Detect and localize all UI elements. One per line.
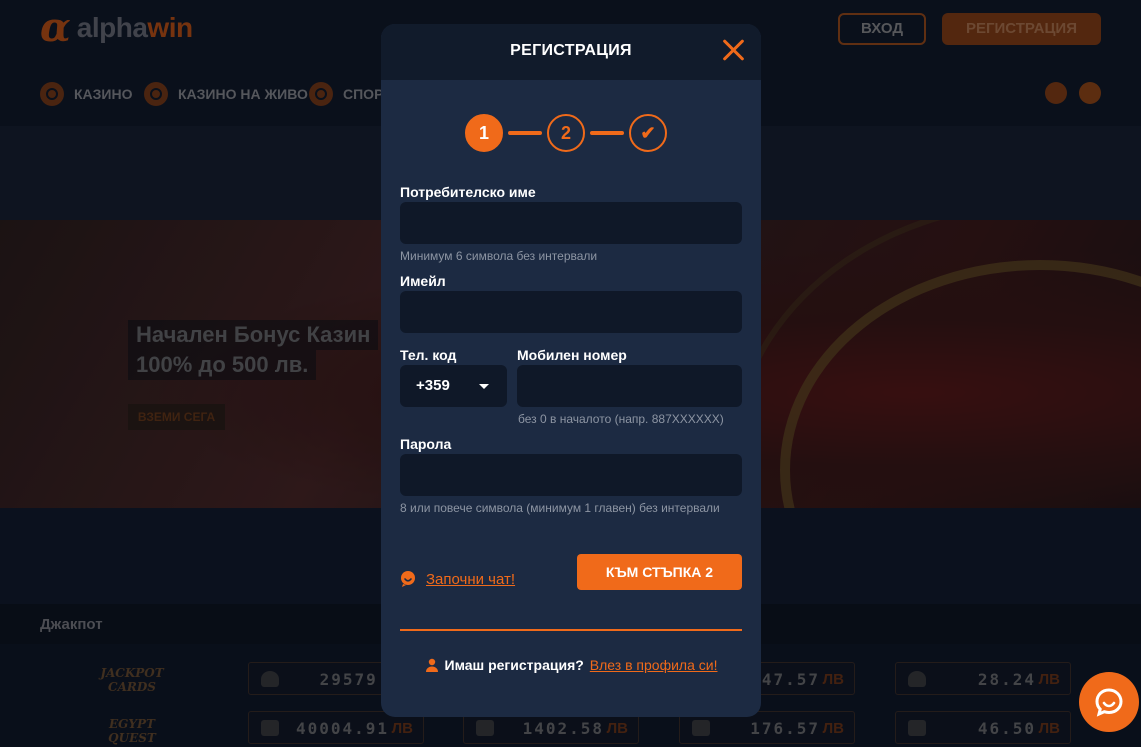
chevron-down-icon [479,384,489,389]
start-chat-label[interactable]: Започни чат! [426,571,515,588]
email-label: Имейл [400,273,446,289]
phone-code-value: +359 [416,377,450,394]
divider [400,629,742,631]
step-connector [508,131,542,135]
phone-code-label: Тел. код [400,347,457,363]
modal-title: РЕГИСТРАЦИЯ [510,42,632,59]
step-1: 1 [465,114,503,152]
next-step-button[interactable]: КЪМ СТЪПКА 2 [577,554,742,590]
mobile-input[interactable] [517,365,742,407]
close-icon[interactable] [721,38,745,62]
username-label: Потребителско име [400,184,536,200]
password-label: Парола [400,436,452,452]
phone-code-select[interactable]: +359 [400,365,507,407]
email-input[interactable] [400,291,742,333]
registration-modal: РЕГИСТРАЦИЯ 1 2 ✔ Потребителско име Мини… [381,24,761,717]
start-chat-link[interactable]: Започни чат! [400,570,515,588]
mobile-hint: без 0 в началото (напр. 887XXXXXX) [518,412,724,426]
user-icon [425,658,438,672]
step-done-check-icon: ✔ [629,114,667,152]
modal-header: РЕГИСТРАЦИЯ [381,24,761,80]
step-connector [590,131,624,135]
username-input[interactable] [400,202,742,244]
login-link[interactable]: Влез в профила си! [590,657,718,673]
password-input[interactable] [400,454,742,496]
password-hint: 8 или повече символа (минимум 1 главен) … [400,501,720,515]
mobile-label: Мобилен номер [517,347,627,363]
step-2: 2 [547,114,585,152]
login-question: Имаш регистрация? [444,657,584,673]
login-prompt: Имаш регистрация? Влез в профила си! [381,657,761,673]
step-indicator: 1 2 ✔ [465,114,667,152]
chat-bubble-icon [401,571,415,587]
live-chat-button[interactable] [1079,672,1139,732]
username-hint: Минимум 6 символа без интервали [400,249,598,263]
chat-bubble-icon [1095,688,1123,717]
